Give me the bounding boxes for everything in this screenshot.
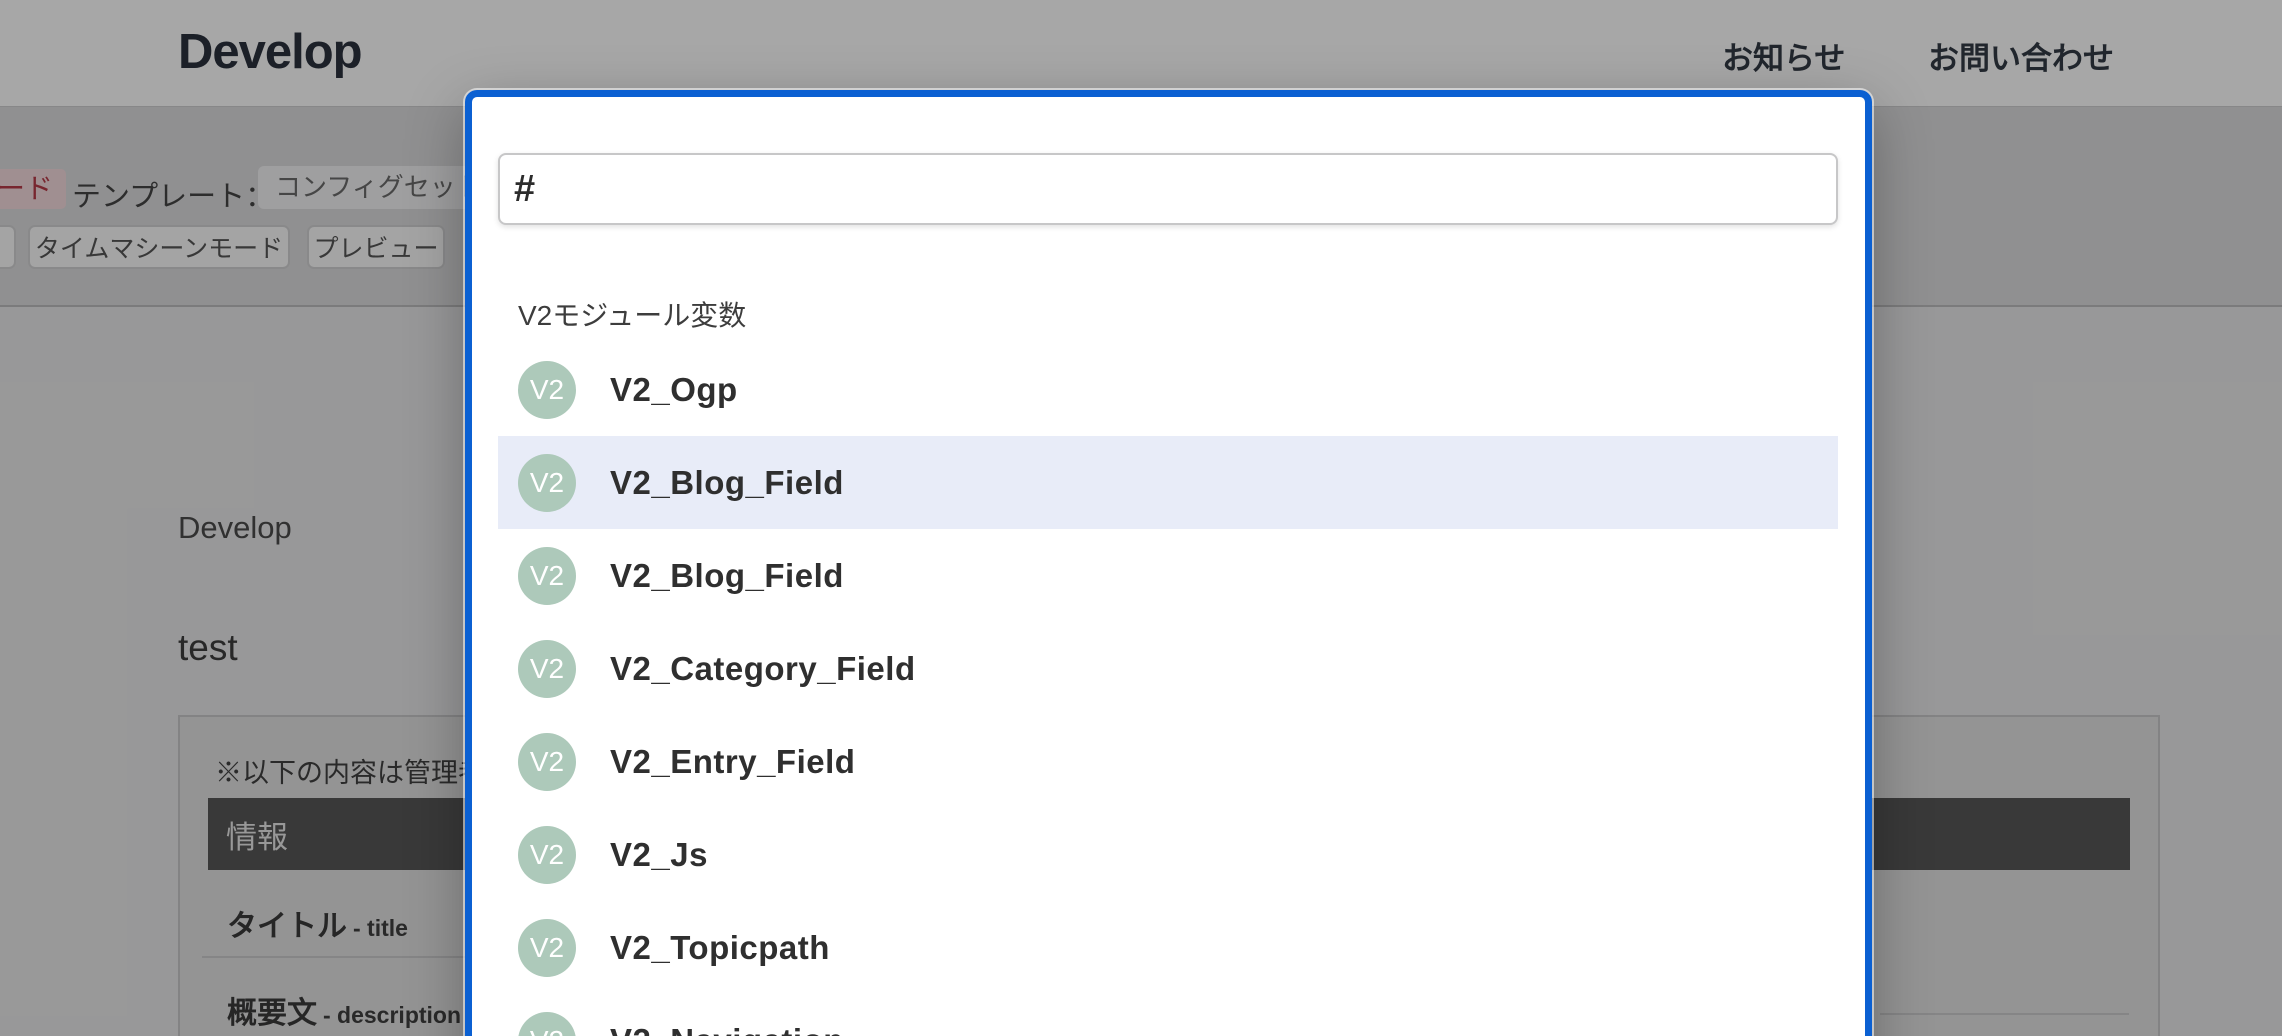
- v2-avatar: V2: [518, 361, 576, 419]
- search-input[interactable]: [498, 153, 1838, 225]
- item-label: V2_Topicpath: [610, 929, 830, 967]
- v2-avatar: V2: [518, 919, 576, 977]
- v2-avatar: V2: [518, 547, 576, 605]
- list-item[interactable]: V2 V2_Blog_Field: [498, 436, 1838, 529]
- v2-avatar: V2: [518, 1012, 576, 1036]
- v2-avatar: V2: [518, 454, 576, 512]
- item-label: V2_Category_Field: [610, 650, 916, 688]
- v2-avatar: V2: [518, 826, 576, 884]
- list-item[interactable]: V2 V2_Js: [498, 808, 1838, 901]
- v2-avatar: V2: [518, 733, 576, 791]
- list-item[interactable]: V2 V2_Entry_Field: [498, 715, 1838, 808]
- item-label: V2_Entry_Field: [610, 743, 855, 781]
- item-label: V2_Js: [610, 836, 708, 874]
- list-item[interactable]: V2 V2_Topicpath: [498, 901, 1838, 994]
- variable-search-dialog: V2モジュール変数 V2 V2_Ogp V2 V2_Blog_Field V2 …: [465, 90, 1872, 1036]
- item-label: V2_Blog_Field: [610, 464, 844, 502]
- list-item[interactable]: V2 V2_Ogp: [498, 343, 1838, 436]
- item-label: V2_Blog_Field: [610, 557, 844, 595]
- item-label: V2_Navigation: [610, 1022, 844, 1036]
- v2-avatar: V2: [518, 640, 576, 698]
- list-item[interactable]: V2 V2_Navigation: [498, 994, 1838, 1036]
- item-label: V2_Ogp: [610, 371, 738, 409]
- list-item[interactable]: V2 V2_Blog_Field: [498, 529, 1838, 622]
- module-list: V2 V2_Ogp V2 V2_Blog_Field V2 V2_Blog_Fi…: [498, 343, 1838, 1036]
- list-item[interactable]: V2 V2_Category_Field: [498, 622, 1838, 715]
- section-heading: V2モジュール変数: [518, 294, 746, 334]
